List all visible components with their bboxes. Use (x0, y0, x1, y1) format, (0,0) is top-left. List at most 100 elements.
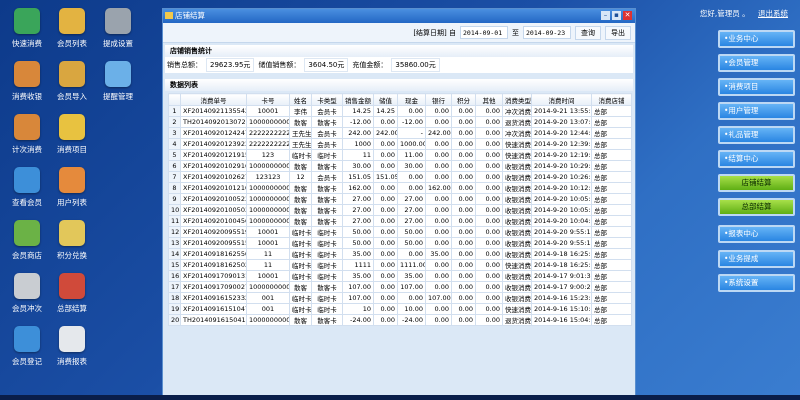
table-cell: 会员卡 (312, 139, 343, 150)
table-cell: 0.00 (452, 194, 476, 205)
column-header[interactable]: 卡类型 (312, 94, 343, 106)
table-cell: 总部 (592, 260, 632, 271)
table-cell: 1000000000 (247, 161, 290, 172)
table-row[interactable]: 6XF201409201029161000000000散客散客卡30.000.0… (169, 161, 632, 172)
menu-item-8[interactable]: •报表中心 (718, 225, 795, 243)
menu-item-9[interactable]: •业务提成 (718, 250, 795, 268)
table-cell: 162.00 (426, 183, 452, 194)
column-header[interactable]: 银行 (426, 94, 452, 106)
app-icon (105, 8, 131, 34)
column-header[interactable]: 卡号 (247, 94, 290, 106)
desktop-icon-12[interactable]: 会员冲次 (4, 273, 50, 314)
desktop-icon-2[interactable]: 提成设置 (95, 8, 141, 49)
minimize-button[interactable]: – (601, 11, 610, 20)
table-cell: 临时卡 (312, 150, 343, 161)
column-header[interactable] (169, 94, 181, 106)
desktop-icon-13[interactable]: 总部结算 (49, 273, 95, 314)
column-header[interactable]: 消费类型 (503, 94, 532, 106)
column-header[interactable]: 消费店铺 (592, 94, 632, 106)
table-row[interactable]: 18XF20140916152332001临时卡临时卡107.000.000.0… (169, 293, 632, 304)
menu-item-1[interactable]: •会员管理 (718, 54, 795, 72)
table-row[interactable]: 9XF201409201005231000000000散客散客卡27.000.0… (169, 194, 632, 205)
to-date-input[interactable] (523, 26, 571, 39)
table-cell: 收银消费 (503, 271, 532, 282)
table-cell: 0.00 (452, 249, 476, 260)
logout-link[interactable]: 退出系统 (758, 9, 788, 18)
table-cell: 0.00 (426, 172, 452, 183)
maximize-button[interactable]: ▪ (612, 11, 621, 20)
desktop-icon-7[interactable]: 消费项目 (49, 114, 95, 155)
table-cell: 0.00 (374, 216, 398, 227)
table-row[interactable]: 8XF201409201012101000000000散客散客卡162.000.… (169, 183, 632, 194)
table-cell: 123123 (247, 172, 290, 183)
table-cell: 0.00 (426, 117, 452, 128)
table-row[interactable]: 20TH201409161504101000000000散客散客卡-24.000… (169, 315, 632, 326)
table-row[interactable]: 10XF201409201005031000000000散客散客卡27.000.… (169, 205, 632, 216)
column-header[interactable]: 销售金额 (343, 94, 374, 106)
table-row[interactable]: 1XF2014092113554210001李伟会员卡14.2514.250.0… (169, 106, 632, 117)
table-row[interactable]: 16XF2014091709013110001临时卡临时卡35.000.0035… (169, 271, 632, 282)
desktop-icon-4[interactable]: 会员导入 (49, 61, 95, 102)
table-cell: 1111.00 (398, 260, 426, 271)
desktop-icon-14[interactable]: 会员登记 (4, 326, 50, 367)
table-row[interactable]: 7XF2014092010262712312312会员卡151.05151.05… (169, 172, 632, 183)
table-cell: 0.00 (452, 117, 476, 128)
table-row[interactable]: 14XF2014091816255011临时卡临时卡35.000.000.003… (169, 249, 632, 260)
close-button[interactable]: ✕ (623, 11, 632, 20)
table-cell: 总部 (592, 238, 632, 249)
menu-item-6[interactable]: 店铺结算 (718, 174, 795, 192)
table-row[interactable]: 17XF201409170900271000000000散客散客卡107.000… (169, 282, 632, 293)
table-row[interactable]: 11XF201409201004561000000000散客散客卡27.000.… (169, 216, 632, 227)
column-header[interactable]: 消费时间 (532, 94, 592, 106)
table-row[interactable]: 19XF20140916151047001临时卡临时卡100.0010.000.… (169, 304, 632, 315)
table-cell: 27.00 (343, 194, 374, 205)
from-date-input[interactable] (460, 26, 508, 39)
table-row[interactable]: 15XF2014091816250211临时卡临时卡11110.001111.0… (169, 260, 632, 271)
taskbar (0, 395, 800, 400)
desktop-icon-0[interactable]: 快速消费 (4, 8, 50, 49)
column-header[interactable]: 其他 (476, 94, 503, 106)
menu-item-3[interactable]: •用户管理 (718, 102, 795, 120)
table-cell: 收银消费 (503, 216, 532, 227)
table-cell: 散客 (290, 315, 312, 326)
desktop-icon-15[interactable]: 消费报表 (49, 326, 95, 367)
desktop-icon-label: 会员商店 (4, 250, 50, 261)
window-titlebar[interactable]: 店铺结算 – ▪ ✕ (163, 9, 635, 23)
desktop-icon-1[interactable]: 会员列表 (49, 8, 95, 49)
column-header[interactable]: 储值 (374, 94, 398, 106)
table-cell: 11 (247, 249, 290, 260)
table-cell: 0.00 (476, 227, 503, 238)
export-button[interactable]: 导出 (605, 26, 631, 40)
desktop-icon-8[interactable]: 查看会员 (4, 167, 50, 208)
column-header[interactable]: 积分 (452, 94, 476, 106)
table-row[interactable]: 3XF201409201242472222222222王先生会员卡242.002… (169, 128, 632, 139)
menu-item-0[interactable]: •业务中心 (718, 30, 795, 48)
menu-item-4[interactable]: •礼品管理 (718, 126, 795, 144)
table-cell: 10.00 (398, 304, 426, 315)
menu-item-7[interactable]: 总部结算 (718, 198, 795, 216)
table-cell: 12 (169, 227, 181, 238)
column-header[interactable]: 姓名 (290, 94, 312, 106)
desktop-icon-11[interactable]: 积分兑换 (49, 220, 95, 261)
menu-item-5[interactable]: •结算中心 (718, 150, 795, 168)
desktop-icon-9[interactable]: 用户列表 (49, 167, 95, 208)
menu-item-10[interactable]: •系统设置 (718, 274, 795, 292)
desktop-icon-10[interactable]: 会员商店 (4, 220, 50, 261)
query-button[interactable]: 查询 (575, 26, 601, 40)
table-row[interactable]: 5XF20140920121915123临时卡临时卡110.0011.000.0… (169, 150, 632, 161)
desktop-icon-5[interactable]: 提醒管理 (95, 61, 141, 102)
desktop-icon-3[interactable]: 消费收银 (4, 61, 50, 102)
desktop-icon-6[interactable]: 计次消费 (4, 114, 50, 155)
desktop-icon-label: 用户列表 (49, 197, 95, 208)
menu-item-2[interactable]: •消费项目 (718, 78, 795, 96)
table-cell: 0.00 (476, 161, 503, 172)
column-header[interactable]: 消费单号 (181, 94, 247, 106)
table-row[interactable]: 4XF201409201239232222222222王先生会员卡10000.0… (169, 139, 632, 150)
table-cell: 总部 (592, 216, 632, 227)
table-cell: 散客 (290, 183, 312, 194)
table-row[interactable]: 13XF2014092009551510001临时卡临时卡50.000.0050… (169, 238, 632, 249)
table-row[interactable]: 12XF2014092009551910001临时卡临时卡50.000.0050… (169, 227, 632, 238)
table-cell: 50.00 (398, 238, 426, 249)
column-header[interactable]: 现金 (398, 94, 426, 106)
table-row[interactable]: 2TH201409201307261000000000散客散客卡-12.000.… (169, 117, 632, 128)
